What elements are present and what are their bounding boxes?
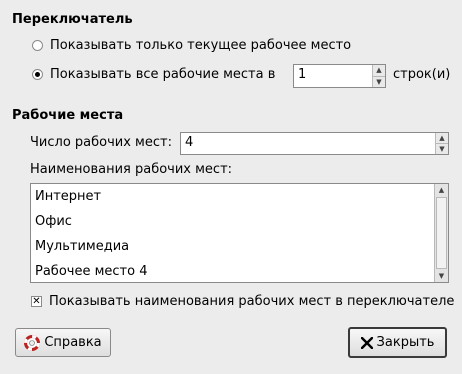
count-decrement-icon[interactable]: ▼ xyxy=(436,143,448,154)
close-button[interactable]: Закрыть xyxy=(348,327,447,358)
help-button[interactable]: Справка xyxy=(15,328,111,357)
radio-current-label: Показывать только текущее рабочее место xyxy=(50,38,352,53)
radio-show-current[interactable]: Показывать только текущее рабочее место xyxy=(32,38,351,53)
scroll-up-icon[interactable]: ▲ xyxy=(435,184,448,196)
count-increment-icon[interactable]: ▲ xyxy=(436,133,448,143)
list-scrollbar[interactable]: ▲ ▼ xyxy=(434,184,448,282)
radio-all-indicator[interactable] xyxy=(32,69,43,80)
help-button-label: Справка xyxy=(44,335,102,350)
rows-value[interactable]: 1 xyxy=(294,65,372,87)
rows-decrement-icon[interactable]: ▼ xyxy=(373,75,385,88)
workspace-names-list[interactable]: Интернет Офис Мультимедиа Рабочее место … xyxy=(30,183,449,283)
radio-current-indicator[interactable] xyxy=(32,40,43,51)
scroll-down-icon[interactable]: ▼ xyxy=(435,270,448,282)
radio-show-all[interactable]: Показывать все рабочие места в xyxy=(32,67,275,82)
checkbox-indicator[interactable]: ✕ xyxy=(31,296,42,307)
list-item[interactable]: Мультимедиа xyxy=(31,234,434,259)
close-button-label: Закрыть xyxy=(376,335,435,350)
list-item[interactable]: Рабочее место 4 xyxy=(31,259,434,284)
list-item[interactable]: Интернет xyxy=(31,184,434,209)
radio-all-label: Показывать все рабочие места в xyxy=(50,67,276,82)
workspace-count-value[interactable]: 4 xyxy=(181,133,435,154)
workspaces-heading: Рабочие места xyxy=(12,108,124,123)
scroll-thumb[interactable] xyxy=(436,197,447,269)
workspace-names-label: Наименования рабочих мест: xyxy=(30,162,233,177)
lifebuoy-icon xyxy=(24,334,41,351)
x-icon xyxy=(360,336,373,349)
workspace-count-label: Число рабочих мест: xyxy=(30,135,172,150)
show-names-checkbox[interactable]: ✕ Показывать наименования рабочих мест в… xyxy=(31,294,454,309)
show-names-label: Показывать наименования рабочих мест в п… xyxy=(49,294,455,309)
rows-suffix: строк(и) xyxy=(393,67,451,82)
workspace-count-spinbutton[interactable]: 4 ▲ ▼ xyxy=(180,132,449,155)
rows-spinbutton[interactable]: 1 ▲ ▼ xyxy=(293,64,386,88)
list-item[interactable]: Офис xyxy=(31,209,434,234)
switcher-heading: Переключатель xyxy=(12,12,133,27)
rows-increment-icon[interactable]: ▲ xyxy=(373,65,385,76)
